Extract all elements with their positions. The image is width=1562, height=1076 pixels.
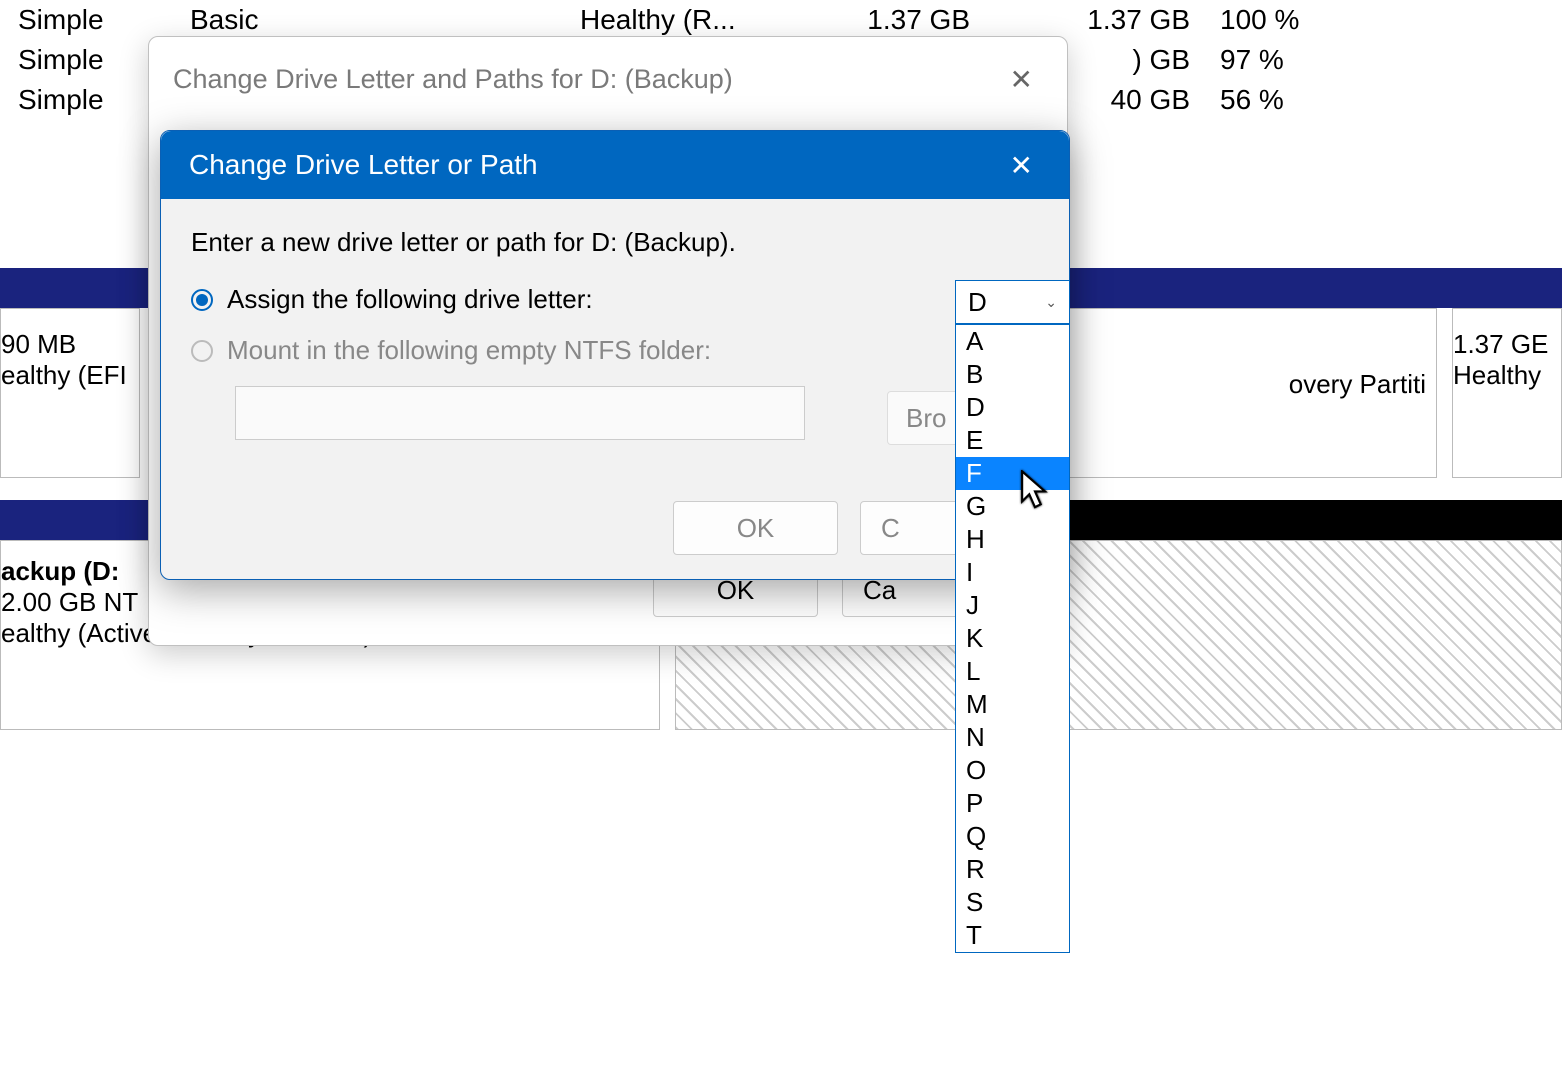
ok-button[interactable]: OK: [673, 501, 838, 555]
combobox-value: D: [968, 287, 987, 318]
dropdown-option-O[interactable]: O: [956, 754, 1069, 787]
ntfs-folder-input: [235, 386, 805, 440]
drive-letter-dropdown[interactable]: ABDEFGHIJKLMNOPQRST: [955, 324, 1070, 953]
dropdown-option-R[interactable]: R: [956, 853, 1069, 886]
radio-assign-letter[interactable]: [191, 289, 213, 311]
chevron-down-icon: ⌄: [1045, 294, 1057, 311]
dropdown-option-B[interactable]: B: [956, 358, 1069, 391]
close-icon[interactable]: ✕: [1002, 145, 1041, 186]
dropdown-option-S[interactable]: S: [956, 886, 1069, 919]
dropdown-option-J[interactable]: J: [956, 589, 1069, 622]
partition-status: Healthy: [1453, 360, 1561, 391]
cell-status: Healthy (R...: [580, 4, 770, 36]
partition-status: ealthy (EFI: [1, 360, 139, 391]
partition-healthy[interactable]: 1.37 GE Healthy: [1452, 308, 1562, 478]
drive-letter-combobox[interactable]: D ⌄: [955, 280, 1070, 324]
partition-size: 1.37 GE: [1453, 329, 1561, 360]
radio-mount-folder[interactable]: [191, 340, 213, 362]
partition-efi[interactable]: 90 MB ealthy (EFI: [0, 308, 140, 478]
cell-free: 1.37 GB: [1020, 4, 1220, 36]
cell-layout: Simple: [0, 4, 190, 36]
dropdown-option-K[interactable]: K: [956, 622, 1069, 655]
dropdown-option-M[interactable]: M: [956, 688, 1069, 721]
dialog-prompt: Enter a new drive letter or path for D: …: [191, 227, 1039, 258]
dropdown-option-H[interactable]: H: [956, 523, 1069, 556]
dropdown-option-A[interactable]: A: [956, 325, 1069, 358]
cell-capacity: 1.37 GB: [770, 4, 1020, 36]
dialog-title: Change Drive Letter or Path: [189, 149, 538, 181]
close-icon[interactable]: ✕: [1000, 63, 1043, 96]
radio-assign-label: Assign the following drive letter:: [227, 284, 593, 315]
cell-percent: 100 %: [1220, 4, 1340, 36]
dropdown-option-I[interactable]: I: [956, 556, 1069, 589]
radio-mount-label: Mount in the following empty NTFS folder…: [227, 335, 711, 366]
dialog-change-drive-letter: Change Drive Letter or Path ✕ Enter a ne…: [160, 130, 1070, 580]
mouse-cursor-icon: [1018, 470, 1052, 515]
dropdown-option-T[interactable]: T: [956, 919, 1069, 952]
dropdown-option-N[interactable]: N: [956, 721, 1069, 754]
dropdown-option-Q[interactable]: Q: [956, 820, 1069, 853]
dropdown-option-D[interactable]: D: [956, 391, 1069, 424]
table-row[interactable]: Simple Basic Healthy (R... 1.37 GB 1.37 …: [0, 0, 1562, 40]
dropdown-option-P[interactable]: P: [956, 787, 1069, 820]
cell-type: Basic: [190, 4, 580, 36]
cell-percent: 56 %: [1220, 84, 1340, 116]
dropdown-option-F[interactable]: F: [956, 457, 1069, 490]
dropdown-option-E[interactable]: E: [956, 424, 1069, 457]
parent-dialog-title: Change Drive Letter and Paths for D: (Ba…: [173, 64, 733, 95]
dropdown-option-L[interactable]: L: [956, 655, 1069, 688]
partition-label: overy Partiti: [1289, 369, 1426, 399]
cell-percent: 97 %: [1220, 44, 1340, 76]
partition-size: 90 MB: [1, 329, 139, 360]
dropdown-option-G[interactable]: G: [956, 490, 1069, 523]
